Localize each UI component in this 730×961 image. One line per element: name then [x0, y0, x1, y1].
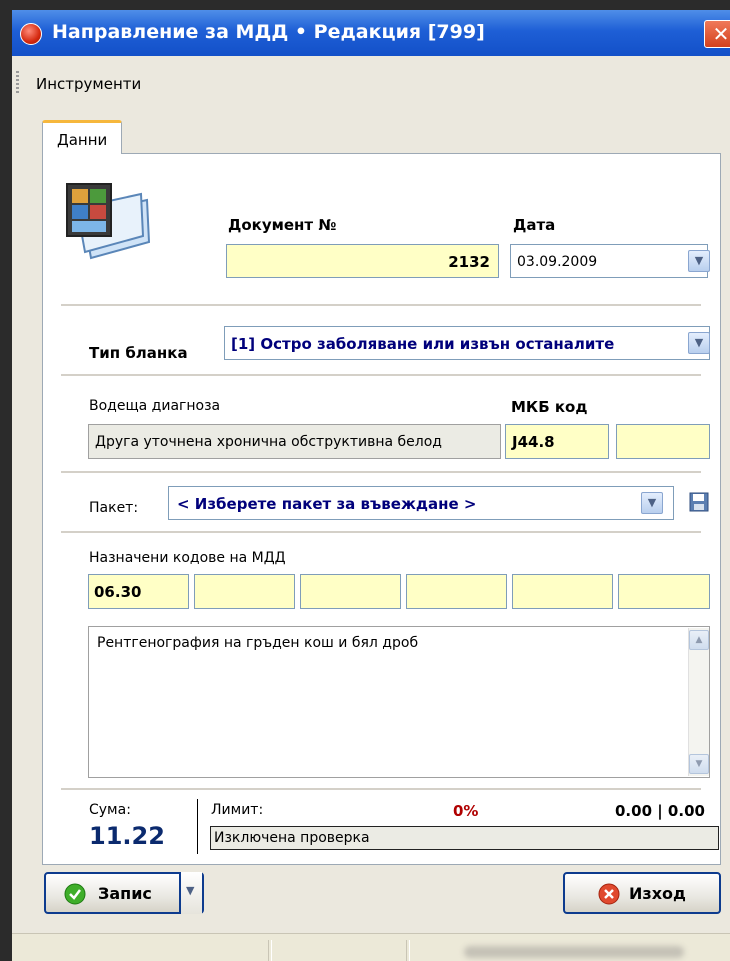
notes-textarea[interactable]: Рентгенография на гръден кош и бял дроб: [88, 626, 710, 778]
check-status-field: Изключена проверка: [210, 826, 719, 850]
toolbar-grip[interactable]: [16, 71, 19, 93]
code-field-6[interactable]: [618, 574, 710, 609]
menu-item-tools[interactable]: Инструменти: [36, 75, 141, 93]
code-field-3[interactable]: [300, 574, 401, 609]
document-number-label: Документ №: [228, 216, 337, 234]
codes-label: Назначени кодове на МДД: [89, 550, 286, 566]
date-label: Дата: [513, 216, 556, 234]
tab-label: Данни: [57, 131, 108, 149]
dialog-window: Направление за МДД • Редакция [799] ✕ Ин…: [12, 10, 730, 961]
sum-value: 11.22: [89, 822, 165, 850]
chevron-down-icon: ▼: [695, 759, 703, 769]
notes-text: Рентгенография на гръден кош и бял дроб: [97, 635, 419, 651]
status-user-name-blurred: [464, 946, 684, 958]
form-type-label: Тип бланка: [89, 344, 188, 362]
tab-data[interactable]: Данни: [42, 120, 122, 154]
data-panel: Документ № Дата 2132 03.09.2009 ▼ Тип бл…: [42, 153, 721, 865]
code-field-2[interactable]: [194, 574, 295, 609]
scroll-up-button[interactable]: ▲: [689, 630, 709, 650]
mkb-code-field-2[interactable]: [616, 424, 710, 459]
form-type-select[interactable]: [1] Остро заболяване или извън останалит…: [224, 326, 710, 360]
date-value: 03.09.2009: [517, 254, 598, 270]
chevron-down-icon: ▼: [186, 884, 195, 897]
status-divider: [406, 940, 410, 961]
date-picker-button[interactable]: ▼: [688, 250, 710, 272]
limit-label: Лимит:: [211, 802, 264, 818]
chevron-down-icon: ▼: [694, 336, 704, 349]
code-field-4[interactable]: [406, 574, 507, 609]
separator: [61, 471, 701, 474]
window-title: Направление за МДД • Редакция [799]: [52, 21, 485, 43]
mkb-code-label: МКБ код: [511, 398, 588, 416]
status-bar: [12, 933, 730, 961]
sum-label: Сума:: [89, 802, 131, 818]
chevron-down-icon: ▼: [694, 254, 704, 267]
separator: [61, 304, 701, 307]
code-field-1[interactable]: 06.30: [88, 574, 189, 609]
save-button[interactable]: Запис ▼: [44, 872, 204, 914]
form-type-dropdown-button[interactable]: ▼: [688, 332, 710, 354]
status-divider: [268, 940, 272, 961]
separator: [61, 788, 701, 791]
package-label: Пакет:: [89, 500, 139, 516]
floppy-disk-icon[interactable]: [689, 492, 709, 512]
close-button[interactable]: ✕: [704, 20, 730, 48]
separator: [61, 531, 701, 534]
date-field[interactable]: 03.09.2009: [510, 244, 708, 278]
title-bar[interactable]: Направление за МДД • Редакция [799] ✕: [12, 10, 730, 56]
exit-button-label: Изход: [629, 884, 686, 903]
package-dropdown-button[interactable]: ▼: [641, 492, 663, 514]
chevron-down-icon: ▼: [647, 496, 657, 509]
summary-divider: [197, 799, 198, 854]
save-options-dropdown[interactable]: ▼: [179, 872, 202, 914]
scroll-down-button[interactable]: ▼: [689, 754, 709, 774]
document-number-field[interactable]: 2132: [226, 244, 499, 278]
package-select[interactable]: < Изберете пакет за въвеждане >: [168, 486, 674, 520]
mkb-code-field[interactable]: J44.8: [505, 424, 609, 459]
diagnosis-field[interactable]: Друга уточнена хронична обструктивна бел…: [88, 424, 501, 459]
code-field-5[interactable]: [512, 574, 613, 609]
exit-button[interactable]: Изход: [563, 872, 721, 914]
desktop-background: [0, 0, 12, 961]
chevron-up-icon: ▲: [695, 635, 703, 645]
green-check-icon: [64, 883, 86, 905]
save-button-label: Запис: [98, 884, 152, 903]
diagnosis-label: Водеща диагноза: [89, 398, 221, 414]
document-images-icon: [66, 183, 151, 260]
menu-bar: Инструменти: [12, 67, 730, 97]
limit-percent: 0%: [453, 802, 479, 820]
limit-values: 0.00 | 0.00: [615, 802, 705, 820]
package-value: < Изберете пакет за въвеждане >: [177, 495, 477, 513]
red-x-icon: [598, 883, 620, 905]
notes-scrollbar[interactable]: ▲ ▼: [688, 628, 709, 776]
form-type-value: [1] Остро заболяване или извън останалит…: [231, 335, 615, 353]
app-icon: [20, 23, 42, 45]
separator: [61, 374, 701, 377]
